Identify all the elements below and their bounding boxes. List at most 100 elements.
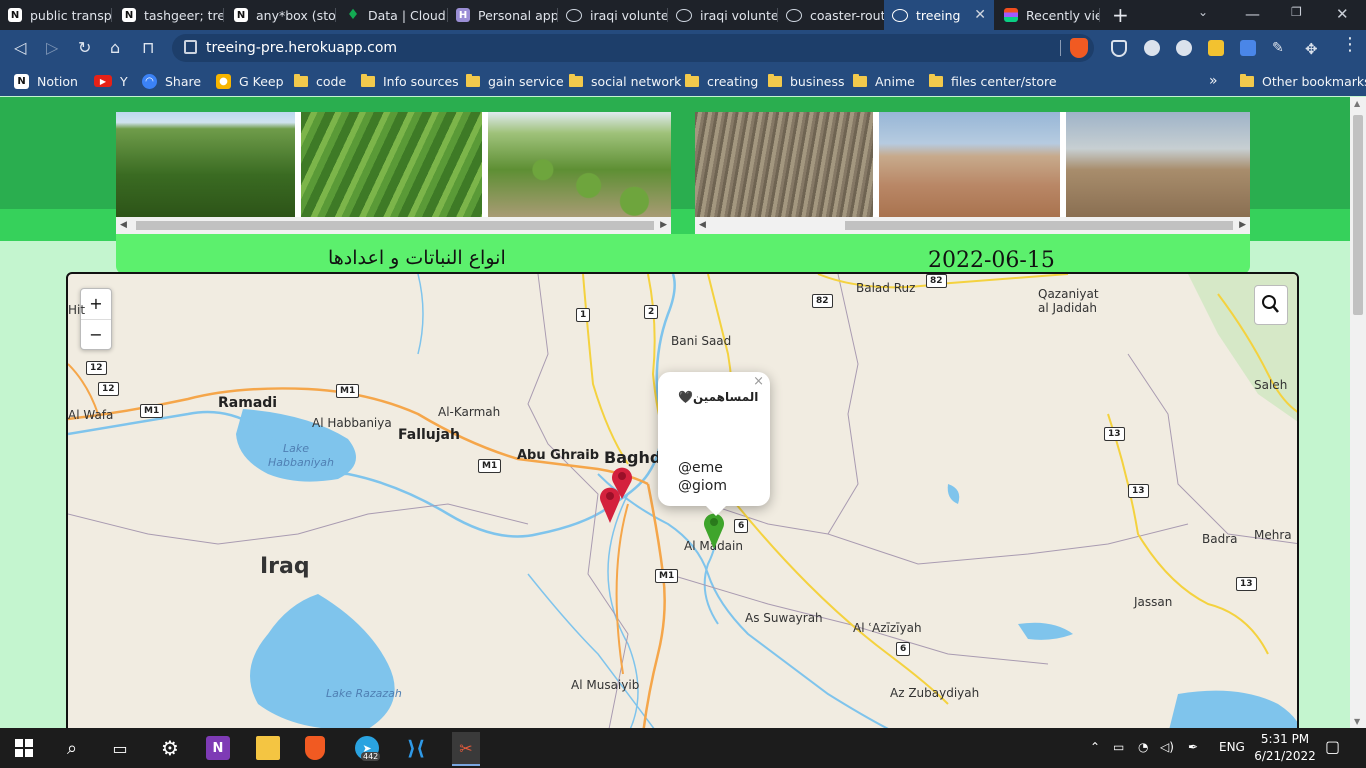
city-label: Ramadi: [218, 395, 278, 411]
minimize-button[interactable]: —: [1245, 5, 1260, 23]
bookmark-folder-info-sources[interactable]: Info sources: [361, 66, 459, 96]
popup-title: المساهمين🖤: [678, 390, 759, 404]
bookmark-folder-anime[interactable]: Anime: [853, 66, 915, 96]
file-explorer-icon[interactable]: [256, 736, 280, 760]
brave-browser-icon[interactable]: [305, 736, 325, 760]
snipping-tool-icon[interactable]: ✂: [452, 732, 480, 766]
battery-icon[interactable]: ▭: [1113, 740, 1124, 754]
figma-icon: [1004, 8, 1018, 22]
tab-public-transport[interactable]: N public transpo: [0, 0, 112, 30]
drylands-gallery[interactable]: ◀ ▶: [695, 112, 1250, 234]
town-label: Mehra: [1254, 528, 1292, 542]
extension-icon[interactable]: [1208, 40, 1224, 56]
road-shield: 82: [926, 274, 947, 288]
bookmark-folder-gain-service[interactable]: gain service: [466, 66, 564, 96]
reload-icon[interactable]: ↻: [78, 38, 91, 57]
road-shield: 13: [1236, 577, 1257, 591]
volume-icon[interactable]: ◁): [1160, 740, 1174, 754]
zoom-out-button[interactable]: −: [81, 320, 111, 350]
bookmark-folder-files-center[interactable]: files center/store: [929, 66, 1057, 96]
dry-stubble-photo: [695, 112, 873, 217]
search-icon: [1262, 295, 1279, 313]
close-window-button[interactable]: ✕: [1336, 5, 1349, 23]
town-label: Az Zubaydiyah: [890, 686, 980, 700]
map-search-button[interactable]: [1254, 285, 1288, 325]
tab-tashgeer[interactable]: N tashgeer; tree: [114, 0, 224, 30]
translate-icon[interactable]: [1240, 40, 1256, 56]
clock[interactable]: 5:31 PM 6/21/2022: [1250, 731, 1320, 765]
bookmark-page-icon[interactable]: ⊓: [142, 38, 154, 57]
tab-anybox[interactable]: N any*box (stor: [226, 0, 336, 30]
extension-icon[interactable]: [1144, 40, 1160, 56]
map-pin-icon[interactable]: [702, 510, 726, 550]
pen-extension-icon[interactable]: ✎: [1272, 40, 1288, 56]
popup-close-button[interactable]: ×: [753, 374, 764, 389]
tab-iraqi-volunteer-1[interactable]: iraqi voluntee: [558, 0, 668, 30]
language-indicator[interactable]: ENG: [1219, 740, 1245, 754]
close-tab-icon[interactable]: ✕: [974, 7, 986, 23]
tab-heroku[interactable]: H Personal apps: [448, 0, 558, 30]
telegram-icon[interactable]: ➤ 442: [355, 736, 381, 761]
scroll-thumb[interactable]: [1353, 115, 1363, 315]
other-bookmarks[interactable]: Other bookmarks: [1240, 66, 1366, 96]
road-shield: 13: [1128, 484, 1149, 498]
tab-coaster-route[interactable]: coaster-route: [778, 0, 884, 30]
tab-treeing[interactable]: treeing ✕: [884, 0, 994, 30]
bookmark-folder-creating[interactable]: creating: [685, 66, 758, 96]
bookmark-folder-business[interactable]: business: [768, 66, 844, 96]
bookmarks-overflow-button[interactable]: »: [1209, 66, 1218, 96]
new-tab-button[interactable]: +: [1112, 3, 1129, 27]
home-icon[interactable]: ⌂: [110, 38, 120, 57]
menu-icon[interactable]: ⋮: [1341, 36, 1359, 54]
show-hidden-icons[interactable]: ⌃: [1090, 740, 1100, 754]
folder-icon: [853, 73, 867, 87]
plants-gallery[interactable]: ◀ ▶: [116, 112, 671, 234]
vscode-icon[interactable]: ⟩⟨: [404, 736, 428, 760]
bookmark-folder-code[interactable]: code: [294, 66, 346, 96]
gallery-scrollbar[interactable]: ◀ ▶: [695, 217, 1250, 234]
dead-trees-photo: [1066, 112, 1250, 217]
map-pin-icon[interactable]: [598, 484, 622, 524]
task-view-icon[interactable]: ▭: [108, 736, 132, 760]
bookmark-youtube[interactable]: ▶ Y: [94, 66, 128, 96]
onenote-icon[interactable]: N: [206, 736, 230, 760]
brave-shields-icon[interactable]: [1070, 38, 1088, 58]
scroll-thumb[interactable]: [845, 221, 1233, 230]
bookmark-share[interactable]: ◠ Share: [142, 66, 201, 96]
town-label: Al Habbaniya: [312, 416, 392, 430]
restore-button[interactable]: ❐: [1291, 5, 1302, 19]
town-label: Hit: [68, 303, 86, 317]
search-icon[interactable]: ⌕: [60, 736, 84, 760]
back-icon[interactable]: ◁: [14, 38, 26, 57]
wifi-icon[interactable]: ◔: [1138, 740, 1148, 754]
forward-icon[interactable]: ▷: [46, 38, 58, 57]
url-text[interactable]: treeing-pre.herokuapp.com: [206, 40, 397, 56]
pen-icon[interactable]: ✒: [1188, 740, 1198, 754]
address-bar[interactable]: treeing-pre.herokuapp.com: [172, 34, 1094, 62]
share-icon: ◠: [142, 73, 157, 89]
tab-mongodb[interactable]: ♦ Data | Cloud:: [338, 0, 448, 30]
extensions-puzzle-icon[interactable]: ✥: [1305, 40, 1321, 58]
shield-extension-icon[interactable]: [1111, 40, 1127, 57]
scroll-thumb[interactable]: [136, 221, 654, 230]
map[interactable]: + − Iraq Ramadi Fallujah Abu Ghraib Bagh…: [66, 272, 1299, 732]
notifications-icon[interactable]: ▢: [1325, 737, 1340, 756]
road-shield: 13: [1104, 427, 1125, 441]
tab-search-icon[interactable]: ⌄: [1198, 5, 1208, 19]
zoom-in-button[interactable]: +: [81, 289, 111, 320]
bookmark-folder-social-network[interactable]: social network: [569, 66, 681, 96]
start-button[interactable]: [12, 736, 36, 760]
page-scrollbar[interactable]: ▲ ▼: [1350, 97, 1366, 728]
gallery-scrollbar[interactable]: ◀ ▶: [116, 217, 671, 234]
bookmark-keep[interactable]: ● G Keep: [216, 66, 284, 96]
tab-figma[interactable]: Recently view: [996, 0, 1100, 30]
country-label: Iraq: [260, 554, 310, 579]
tab-iraqi-volunteer-2[interactable]: iraqi voluntee: [668, 0, 778, 30]
town-label: Al Musaiyib: [571, 678, 640, 692]
bookmark-notion[interactable]: N Notion: [14, 66, 78, 96]
road-shield: 6: [734, 519, 749, 533]
lake-label: Lake Habbaniyah: [268, 442, 334, 469]
notion-icon: N: [8, 8, 22, 22]
settings-gear-icon[interactable]: ⚙: [158, 736, 182, 760]
extension-icon[interactable]: [1176, 40, 1192, 56]
